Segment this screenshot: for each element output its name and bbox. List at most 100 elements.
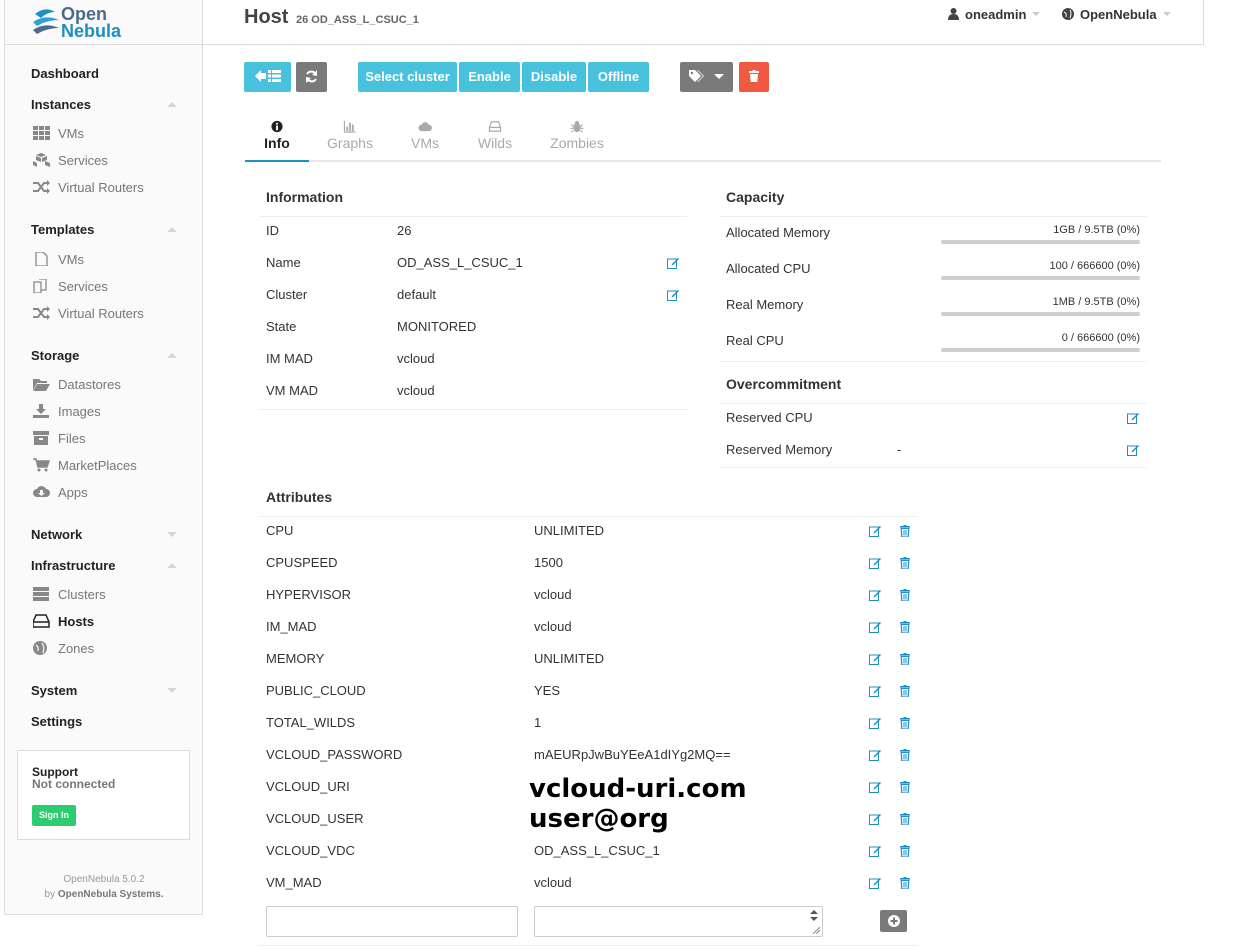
delete-attribute-icon[interactable] [900,749,910,761]
archive-icon [33,431,49,445]
sidebar-section-storage[interactable]: Storage [31,348,177,363]
tab-label: Wilds [477,135,513,151]
delete-attribute-icon[interactable] [900,781,910,793]
offline-button[interactable]: Offline [588,62,649,92]
server-icon [33,587,49,601]
table-divider [259,516,917,517]
delete-attribute-icon[interactable] [900,621,910,633]
edit-attribute-icon[interactable] [869,877,881,889]
hdd-icon [488,121,502,132]
new-attribute-name-input[interactable] [266,906,518,937]
edit-reserved-cpu-icon[interactable] [1127,412,1139,424]
user-menu[interactable]: oneadmin [948,7,1041,22]
delete-attribute-icon[interactable] [900,845,910,857]
bar-chart-icon [343,120,356,133]
attribute-value: vcloud [534,619,572,634]
bug-icon [570,120,584,133]
tab-wilds[interactable]: Wilds [463,120,527,151]
delete-attribute-icon[interactable] [900,813,910,825]
sidebar-item-apps[interactable]: Apps [33,485,88,500]
delete-attribute-icon[interactable] [900,653,910,665]
sidebar-section-templates[interactable]: Templates [31,222,177,237]
edit-attribute-icon[interactable] [869,589,881,601]
sidebar-item-label: Clusters [58,587,106,602]
add-attribute-button[interactable] [880,910,907,932]
sidebar-item-label: Virtual Routers [58,306,144,321]
delete-attribute-icon[interactable] [900,589,910,601]
resize-handle-icon[interactable] [813,927,820,934]
edit-attribute-icon[interactable] [869,845,881,857]
edit-attribute-icon[interactable] [869,813,881,825]
labels-dropdown-button[interactable] [680,62,733,92]
table-divider [719,361,1147,362]
delete-button[interactable] [739,62,769,92]
attribute-value: vcloud [534,587,572,602]
attribute-value: 1500 [534,555,563,570]
tab-graphs[interactable]: Graphs [318,120,382,151]
zone-menu[interactable]: OpenNebula [1062,7,1171,22]
capacity-value: 0 / 666600 (0%) [1061,332,1140,344]
capacity-bar-allocated-memory [941,240,1140,244]
page-subtitle: 26 OD_ASS_L_CSUC_1 [296,14,419,26]
sidebar-section-network[interactable]: Network [31,527,177,542]
tab-vms[interactable]: VMs [393,120,457,151]
sidebar-item-hosts[interactable]: Hosts [33,614,94,629]
delete-attribute-icon[interactable] [900,685,910,697]
attribute-key: TOTAL_WILDS [266,715,356,730]
edit-cluster-icon[interactable] [667,289,679,301]
edit-attribute-icon[interactable] [869,621,881,633]
sidebar-item-templates-virtual-routers[interactable]: Virtual Routers [33,306,144,321]
table-divider [259,409,687,410]
attribute-value: UNLIMITED [534,651,605,666]
sidebar-section-label: Templates [31,222,95,237]
attribute-value: mAEURpJwBuYEeA1dIYg2MQ== [534,747,731,762]
sidebar-item-zones[interactable]: Zones [33,641,94,656]
table-divider [719,403,1147,404]
edit-attribute-icon[interactable] [869,525,881,537]
select-cluster-button[interactable]: Select cluster [358,62,457,92]
delete-attribute-icon[interactable] [900,525,910,537]
sidebar-section-label: Infrastructure [31,558,116,573]
disable-button[interactable]: Disable [522,62,586,92]
sidebar-section-instances[interactable]: Instances [31,97,177,112]
back-to-list-button[interactable] [244,62,291,92]
delete-attribute-icon[interactable] [900,557,910,569]
tab-info[interactable]: Info [245,120,309,151]
edit-reserved-memory-icon[interactable] [1127,444,1139,456]
edit-name-icon[interactable] [667,257,679,269]
trash-icon [749,70,759,82]
sidebar-item-datastores[interactable]: Datastores [33,377,121,392]
sidebar-item-templates-services[interactable]: Services [33,279,108,294]
tab-zombies[interactable]: Zombies [545,120,609,151]
edit-attribute-icon[interactable] [869,749,881,761]
edit-attribute-icon[interactable] [869,781,881,793]
delete-attribute-icon[interactable] [900,717,910,729]
sign-in-button[interactable]: Sign In [32,805,76,826]
edit-attribute-icon[interactable] [869,653,881,665]
sidebar-item-templates-vms[interactable]: VMs [33,252,84,267]
sidebar-item-files[interactable]: Files [33,431,85,446]
edit-attribute-icon[interactable] [869,717,881,729]
logo-text-nebula: Nebula [61,21,122,41]
sidebar-item-settings[interactable]: Settings [31,714,82,729]
sidebar-item-images[interactable]: Images [33,404,101,419]
refresh-button[interactable] [296,62,327,92]
sidebar-section-system[interactable]: System [31,683,177,698]
sidebar-item-instances-virtual-routers[interactable]: Virtual Routers [33,180,144,195]
footer-company-link[interactable]: OpenNebula Systems. [58,889,164,900]
sidebar-item-marketplaces[interactable]: MarketPlaces [33,458,137,473]
info-value: vcloud [397,383,435,398]
sidebar-item-instances-services[interactable]: Services [33,153,108,168]
opennebula-logo[interactable]: Open Nebula [31,4,141,41]
sidebar-item-clusters[interactable]: Clusters [33,587,106,602]
new-attribute-value-textarea[interactable] [534,906,823,937]
attribute-key: HYPERVISOR [266,587,352,602]
capacity-bar-real-cpu [941,348,1140,352]
edit-attribute-icon[interactable] [869,685,881,697]
sidebar-section-infrastructure[interactable]: Infrastructure [31,558,177,573]
edit-attribute-icon[interactable] [869,557,881,569]
sidebar-item-instances-vms[interactable]: VMs [33,126,84,141]
enable-button[interactable]: Enable [459,62,520,92]
sidebar-item-dashboard[interactable]: Dashboard [31,66,99,81]
delete-attribute-icon[interactable] [900,877,910,889]
